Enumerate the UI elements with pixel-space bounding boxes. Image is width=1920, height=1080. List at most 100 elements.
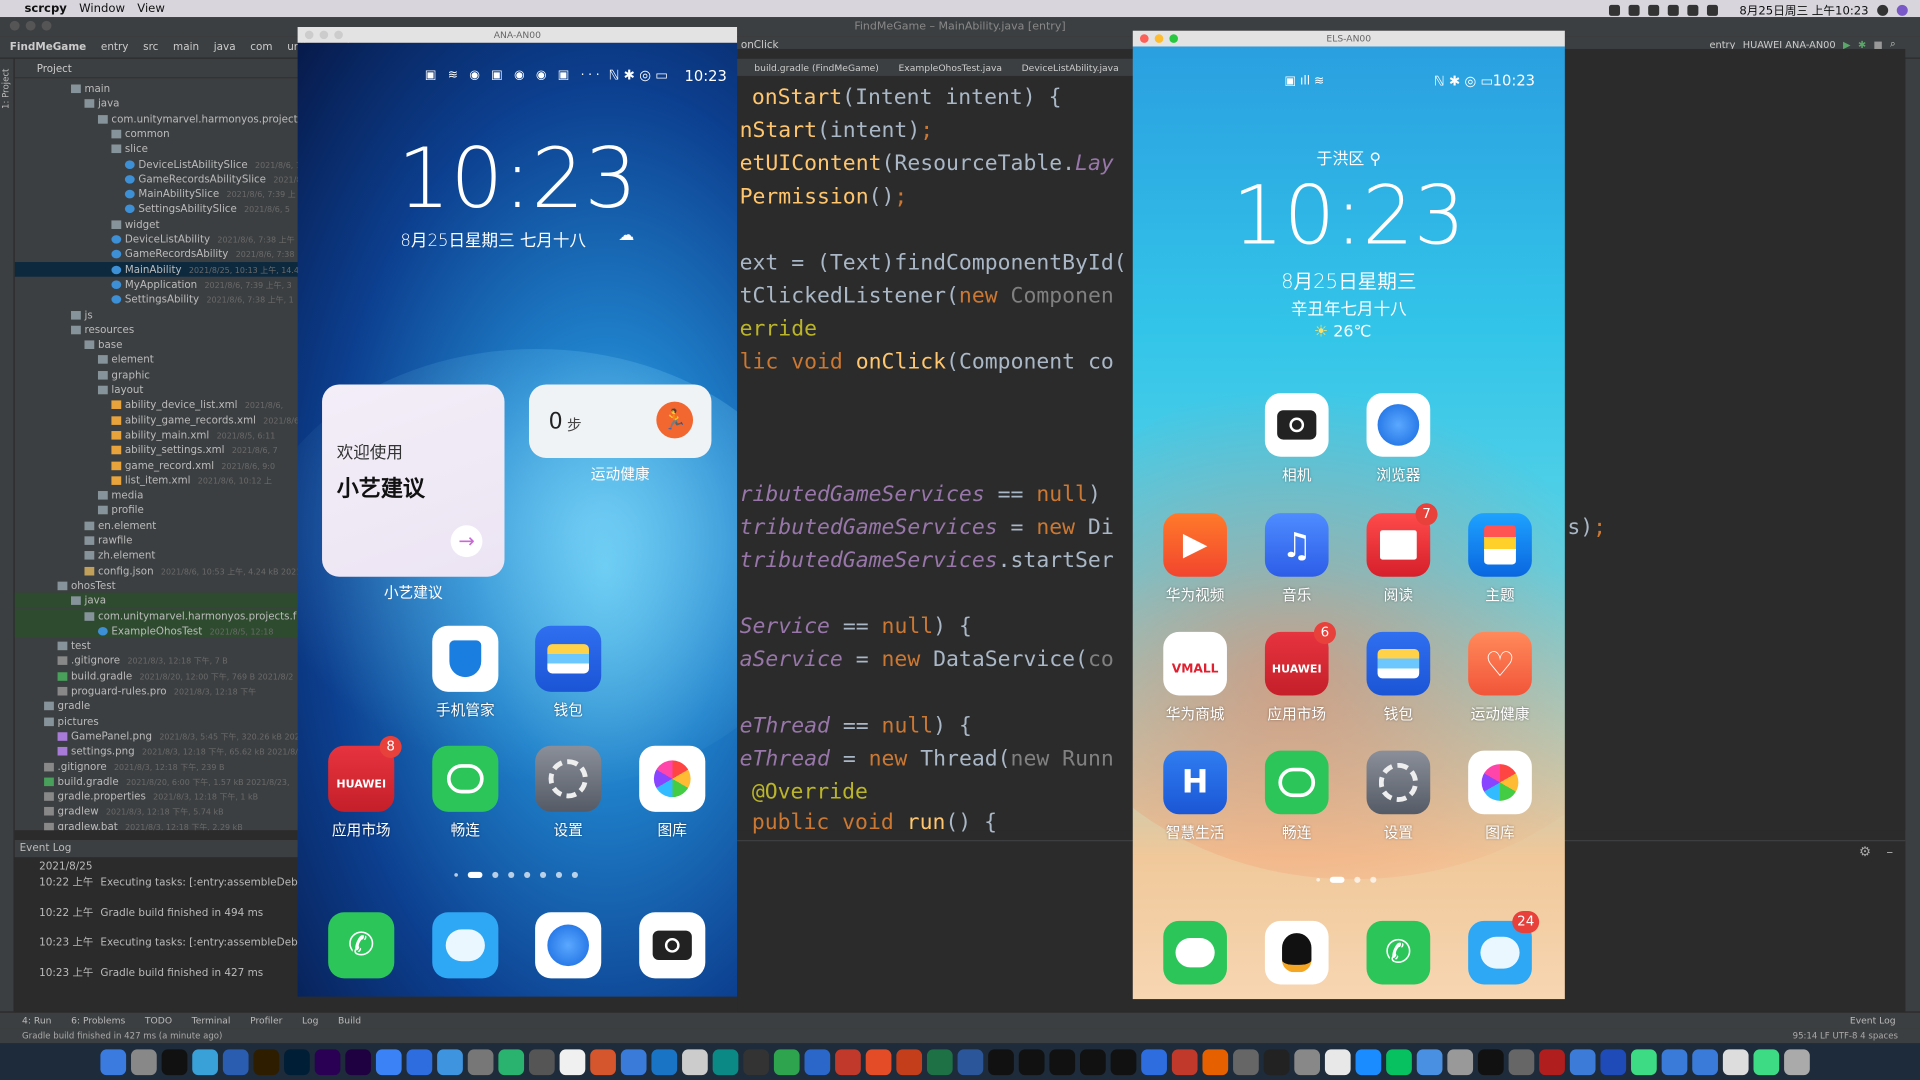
- wifi-icon[interactable]: [1687, 4, 1699, 16]
- tool-problems[interactable]: 6: Problems: [71, 1015, 125, 1026]
- phone-screen[interactable]: ▣ ıll ≋ ℕ ✱ ◎ ▭ 10:23 于洪区 ⚲ 10:23 8月25日星…: [1132, 46, 1565, 1000]
- tree-item[interactable]: gradlew.bat 2021/8/3, 12:18 下午, 2.29 kB: [15, 819, 299, 831]
- tree-item[interactable]: build.gradle 2021/8/20, 6:00 下午, 1.57 kB …: [15, 774, 299, 789]
- tab-build-gradle[interactable]: build.gradle (FindMeGame): [754, 62, 879, 73]
- zoom-icon[interactable]: [1169, 34, 1178, 43]
- minimize-icon[interactable]: [319, 30, 329, 40]
- app-icon[interactable]: [804, 1048, 831, 1075]
- shield-icon[interactable]: [432, 625, 499, 692]
- tree-item[interactable]: profile: [15, 503, 299, 518]
- app-icon[interactable]: [1600, 1048, 1627, 1075]
- project-panel-header[interactable]: Project: [14, 59, 299, 79]
- tree-item[interactable]: layout: [15, 382, 299, 397]
- event-log-message[interactable]: Executing tasks: [:entry:assembleDebug]: [100, 877, 315, 889]
- phone-screen[interactable]: ▣ ≋ ◉ ▣ ◉ ◉ ▣ ··· ℕ ✱ ◎ ▭ 10:23 10:23 8月…: [297, 42, 738, 997]
- tree-item[interactable]: config.json 2021/8/6, 10:53 上午, 4.24 kB 2…: [15, 563, 299, 578]
- app-icon[interactable]: [375, 1048, 402, 1075]
- app-icon[interactable]: [1416, 1048, 1443, 1075]
- app-launcher[interactable]: 钱包: [1349, 631, 1447, 724]
- tree-item[interactable]: gradle.properties 2021/8/3, 12:18 下午, 1 k…: [15, 789, 299, 804]
- android-icon[interactable]: [1753, 1048, 1780, 1075]
- huawei-store-icon[interactable]: HUAWEI 8: [328, 735, 402, 812]
- tree-item[interactable]: MyApplication 2021/8/6, 7:39 上午, 3: [15, 277, 299, 292]
- weather-widget[interactable]: ☀ 26℃: [1314, 323, 1371, 341]
- xcode-icon[interactable]: [406, 1048, 433, 1075]
- dock-app[interactable]: [1248, 920, 1346, 985]
- app-launcher[interactable]: 钱包: [519, 625, 617, 720]
- tree-item[interactable]: proguard-rules.pro 2021/8/3, 12:18 下午: [15, 683, 299, 698]
- gallery-flower-icon[interactable]: [1468, 750, 1532, 815]
- music-icon[interactable]: ♫: [1264, 513, 1329, 577]
- tree-item[interactable]: element: [15, 352, 299, 367]
- health-steps-widget[interactable]: 0 步 🏃: [528, 384, 712, 458]
- webstorm-icon[interactable]: [1018, 1048, 1045, 1075]
- tree-item[interactable]: ability_main.xml 2021/8/5, 6:11: [15, 427, 299, 442]
- dock-app[interactable]: [416, 912, 514, 979]
- tree-item[interactable]: MainAbilitySlice 2021/8/6, 7:39 上: [15, 186, 299, 201]
- home-clock[interactable]: 10:23: [298, 131, 738, 228]
- tree-item[interactable]: ohosTest: [15, 578, 299, 593]
- qq-icon[interactable]: [1264, 920, 1329, 985]
- close-icon[interactable]: [304, 30, 314, 40]
- tree-item[interactable]: resources: [15, 322, 299, 337]
- tree-item[interactable]: MainAbility 2021/8/25, 10:13 上午, 14.4: [14, 261, 299, 277]
- maps-icon[interactable]: [773, 1048, 800, 1075]
- app-launcher[interactable]: 设置: [1349, 750, 1447, 843]
- app-icon[interactable]: [1141, 1048, 1167, 1075]
- app-launcher[interactable]: 图库: [1451, 750, 1549, 843]
- premiere-icon[interactable]: [314, 1048, 341, 1075]
- settings-icon[interactable]: ⚙: [1859, 844, 1871, 860]
- goland-icon[interactable]: [1049, 1048, 1076, 1075]
- status-icon[interactable]: [1629, 4, 1641, 16]
- breadcrumb-item[interactable]: com: [250, 41, 272, 53]
- status-icon[interactable]: [1668, 4, 1680, 16]
- wechat-icon[interactable]: [1163, 920, 1227, 985]
- app-launcher[interactable]: 浏览器: [1349, 393, 1447, 485]
- app-launcher[interactable]: HUAWEI 8 应用市场: [312, 735, 410, 840]
- app-icon[interactable]: [1294, 1048, 1321, 1075]
- menubar-app-name[interactable]: scrcpy: [24, 2, 66, 15]
- smart-life-icon[interactable]: H: [1163, 750, 1227, 815]
- phone-icon[interactable]: ✆: [328, 912, 395, 979]
- app-launcher[interactable]: 畅连: [1248, 750, 1346, 843]
- tree-item[interactable]: main: [15, 81, 299, 96]
- app-icon[interactable]: [528, 1048, 555, 1075]
- app-launcher[interactable]: ♫ 音乐: [1248, 513, 1346, 605]
- app-launcher[interactable]: ♡ 运动健康: [1451, 631, 1549, 724]
- dock-app[interactable]: ✆: [312, 912, 410, 979]
- app-icon[interactable]: [1171, 1048, 1198, 1075]
- app-icon[interactable]: [743, 1048, 769, 1075]
- video-icon[interactable]: ▶: [1163, 513, 1227, 577]
- tree-item[interactable]: .gitignore 2021/8/3, 12:18 下午, 239 B: [15, 759, 299, 774]
- event-log-message[interactable]: Gradle build finished in 494 ms: [100, 907, 263, 919]
- tree-item[interactable]: com.unitymarvel.harmonyos.projects.f: [14, 607, 299, 623]
- camera-icon[interactable]: [1264, 393, 1329, 457]
- event-log-message[interactable]: Gradle build finished in 427 ms: [100, 967, 263, 979]
- tree-item[interactable]: ExampleOhosTest 2021/8/5, 12:18: [14, 623, 299, 638]
- phone-icon[interactable]: ✆: [1366, 920, 1431, 985]
- status-icon[interactable]: [1648, 4, 1660, 16]
- powerpoint-icon[interactable]: [896, 1048, 923, 1075]
- event-log-title[interactable]: Event Log: [14, 840, 299, 858]
- tree-item[interactable]: java: [14, 592, 299, 608]
- camera-icon[interactable]: [639, 912, 706, 979]
- tree-item[interactable]: test: [15, 638, 299, 653]
- app-icon[interactable]: [1447, 1048, 1474, 1075]
- tree-item[interactable]: base: [15, 337, 299, 352]
- messages-icon[interactable]: [432, 912, 499, 979]
- messages-icon[interactable]: 24: [1468, 911, 1540, 985]
- photoshop-icon[interactable]: [284, 1048, 310, 1075]
- run-config-select[interactable]: entry: [1709, 39, 1735, 50]
- tree-item[interactable]: DeviceListAbility 2021/8/6, 7:38 上午: [15, 231, 299, 246]
- status-right[interactable]: 95:14 LF UTF-8 4 spaces: [1793, 1029, 1898, 1044]
- tree-item[interactable]: GameRecordsAbility 2021/8/6, 7:38: [15, 246, 299, 261]
- app-icon[interactable]: [1508, 1048, 1535, 1075]
- breadcrumb-item[interactable]: java: [214, 41, 236, 53]
- word-icon[interactable]: [957, 1048, 984, 1075]
- tree-item[interactable]: build.gradle 2021/8/20, 12:00 下午, 769 B 2…: [15, 668, 299, 683]
- tool-build[interactable]: Build: [338, 1015, 361, 1026]
- huawei-store-icon[interactable]: HUAWEI 6: [1264, 622, 1336, 696]
- browser-icon[interactable]: [1366, 393, 1431, 457]
- app-launcher[interactable]: ▶ 华为视频: [1146, 513, 1244, 605]
- siri-icon[interactable]: [1896, 4, 1908, 16]
